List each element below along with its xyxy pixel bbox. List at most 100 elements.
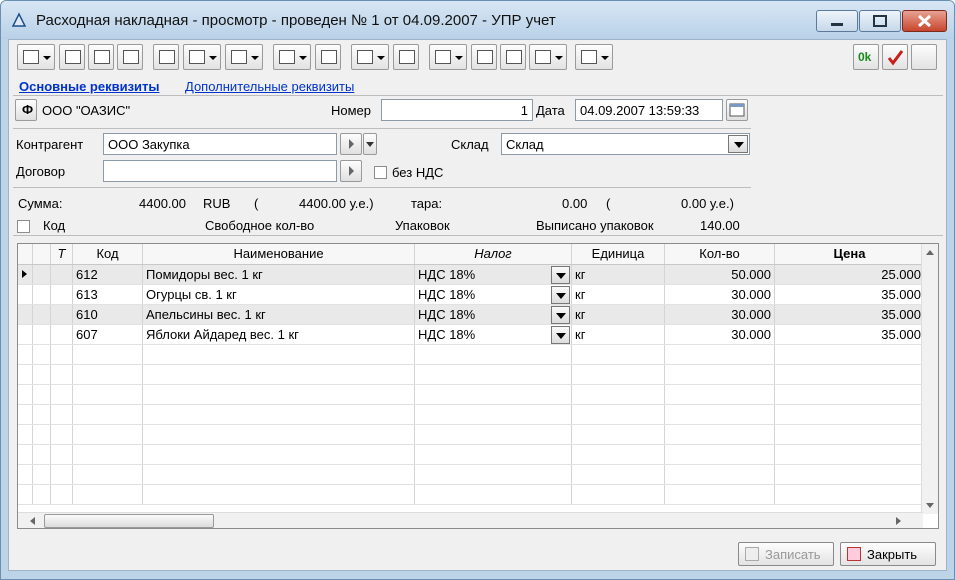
- unit-cell[interactable]: кг: [571, 304, 665, 325]
- tax-dropdown-arrow[interactable]: [551, 285, 570, 303]
- row-indicator-cell[interactable]: [18, 284, 33, 305]
- refresh-button[interactable]: [117, 44, 143, 70]
- tax-cell[interactable]: [414, 444, 572, 465]
- code-cell[interactable]: [72, 444, 143, 465]
- qty-cell[interactable]: [664, 384, 775, 405]
- qty-cell[interactable]: 50.000: [664, 264, 775, 285]
- type-cell[interactable]: [50, 404, 73, 425]
- col-price-header[interactable]: Цена: [774, 244, 925, 265]
- tax-cell[interactable]: [414, 464, 572, 485]
- unit-cell[interactable]: [571, 404, 665, 425]
- table-row[interactable]: 610 Апельсины вес. 1 кг НДС 18% кг 30.000 35.…: [18, 304, 925, 325]
- tab-main-requisites[interactable]: Основные реквизиты: [19, 79, 160, 94]
- type-cell[interactable]: [50, 424, 73, 445]
- tax-cell[interactable]: НДС 18%: [414, 304, 572, 325]
- mail-button[interactable]: [529, 44, 567, 70]
- type-cell[interactable]: [50, 304, 73, 325]
- col-code-header[interactable]: Код: [72, 244, 143, 265]
- warehouse-select[interactable]: Склад: [501, 133, 750, 155]
- no-vat-checkbox[interactable]: [374, 166, 387, 179]
- close-window-button[interactable]: [902, 10, 947, 32]
- qty-cell[interactable]: 30.000: [664, 284, 775, 305]
- table-row[interactable]: [18, 444, 925, 465]
- name-cell[interactable]: Яблоки Айдаред вес. 1 кг: [142, 324, 415, 345]
- counterparty-dropdown-button[interactable]: [363, 133, 377, 155]
- code-cell[interactable]: [72, 484, 143, 505]
- close-button[interactable]: Закрыть: [840, 542, 936, 566]
- col-type-header[interactable]: T: [50, 244, 73, 265]
- table-row[interactable]: [18, 404, 925, 425]
- qty-cell[interactable]: [664, 484, 775, 505]
- tax-dropdown-arrow[interactable]: [551, 265, 570, 283]
- row-indicator-cell[interactable]: [18, 344, 33, 365]
- mark-cell[interactable]: [32, 424, 51, 445]
- type-cell[interactable]: [50, 484, 73, 505]
- row-indicator-cell[interactable]: [18, 444, 33, 465]
- row-indicator-cell[interactable]: [18, 264, 33, 285]
- tax-cell[interactable]: [414, 384, 572, 405]
- unit-cell[interactable]: [571, 444, 665, 465]
- table-row[interactable]: [18, 424, 925, 445]
- price-cell[interactable]: 35.000: [774, 304, 925, 325]
- mark-cell[interactable]: [32, 404, 51, 425]
- table-row[interactable]: 613 Огурцы св. 1 кг НДС 18% кг 30.000 35.000: [18, 284, 925, 305]
- org-button[interactable]: Ф: [15, 99, 37, 121]
- contract-field[interactable]: [103, 160, 337, 182]
- price-cell[interactable]: [774, 344, 925, 365]
- price-cell[interactable]: [774, 364, 925, 385]
- type-cell[interactable]: [50, 344, 73, 365]
- maximize-button[interactable]: [859, 10, 901, 32]
- qty-cell[interactable]: [664, 344, 775, 365]
- name-cell[interactable]: [142, 364, 415, 385]
- price-cell[interactable]: 25.000: [774, 264, 925, 285]
- row-indicator-cell[interactable]: [18, 324, 33, 345]
- percent-button[interactable]: [225, 44, 263, 70]
- qty-cell[interactable]: [664, 424, 775, 445]
- col-unit-header[interactable]: Единица: [571, 244, 665, 265]
- name-cell[interactable]: [142, 344, 415, 365]
- qty-cell[interactable]: [664, 404, 775, 425]
- price-cell[interactable]: 35.000: [774, 324, 925, 345]
- table-row[interactable]: [18, 484, 925, 505]
- tree-button[interactable]: [500, 44, 526, 70]
- unit-cell[interactable]: кг: [571, 324, 665, 345]
- mark-cell[interactable]: [32, 384, 51, 405]
- mark-cell[interactable]: [32, 324, 51, 345]
- mark-cell[interactable]: [32, 344, 51, 365]
- horizontal-scrollbar[interactable]: [18, 512, 923, 528]
- mark-cell[interactable]: [32, 304, 51, 325]
- col-qty-header[interactable]: Кол-во: [664, 244, 775, 265]
- contract-select-button[interactable]: [340, 160, 362, 182]
- cut-button[interactable]: [153, 44, 179, 70]
- unit-cell[interactable]: [571, 484, 665, 505]
- structure-button[interactable]: [351, 44, 389, 70]
- mark-cell[interactable]: [32, 284, 51, 305]
- blank-button[interactable]: [911, 44, 937, 70]
- unit-cell[interactable]: [571, 464, 665, 485]
- actions-menu-button[interactable]: [17, 44, 55, 70]
- qty-cell[interactable]: [664, 444, 775, 465]
- mark-cell[interactable]: [32, 364, 51, 385]
- tax-cell[interactable]: НДС 18%: [414, 264, 572, 285]
- type-cell[interactable]: [50, 284, 73, 305]
- type-cell[interactable]: [50, 324, 73, 345]
- code-cell[interactable]: 610: [72, 304, 143, 325]
- print-button[interactable]: [273, 44, 311, 70]
- type-cell[interactable]: [50, 444, 73, 465]
- code-cell[interactable]: 612: [72, 264, 143, 285]
- code-checkbox[interactable]: [17, 220, 30, 233]
- tax-cell[interactable]: [414, 344, 572, 365]
- table-row[interactable]: [18, 344, 925, 365]
- tax-cell[interactable]: [414, 424, 572, 445]
- qty-cell[interactable]: 30.000: [664, 324, 775, 345]
- tax-dropdown-arrow[interactable]: [551, 325, 570, 343]
- row-indicator-cell[interactable]: [18, 424, 33, 445]
- name-cell[interactable]: Апельсины вес. 1 кг: [142, 304, 415, 325]
- name-cell[interactable]: [142, 484, 415, 505]
- web-button[interactable]: [575, 44, 613, 70]
- tax-dropdown-arrow[interactable]: [551, 305, 570, 323]
- tax-cell[interactable]: [414, 484, 572, 505]
- horizontal-scroll-thumb[interactable]: [44, 514, 214, 528]
- price-cell[interactable]: [774, 424, 925, 445]
- price-cell[interactable]: [774, 484, 925, 505]
